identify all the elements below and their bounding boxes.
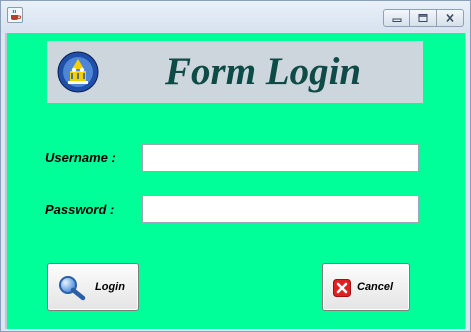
maximize-button[interactable] <box>410 9 437 27</box>
cancel-button[interactable]: Cancel <box>322 263 410 311</box>
form-panel: Form Login Username : Password : Login C… <box>5 33 466 329</box>
cancel-button-label: Cancel <box>357 281 394 293</box>
login-button[interactable]: Login <box>47 263 139 311</box>
magnifier-icon <box>59 276 86 301</box>
username-field[interactable] <box>142 144 419 172</box>
red-x-icon <box>333 279 351 297</box>
title-bar[interactable] <box>1 1 470 33</box>
tut-wuri-handayani-emblem <box>57 51 99 93</box>
login-button-label: Login <box>95 281 125 293</box>
close-button[interactable] <box>437 9 464 27</box>
maximize-icon <box>418 14 428 22</box>
password-field[interactable] <box>142 195 419 223</box>
close-icon <box>446 13 454 23</box>
java-cup-icon[interactable] <box>7 7 23 23</box>
page-title: Form Login <box>165 50 362 93</box>
login-window: Form Login Username : Password : Login C… <box>0 0 471 332</box>
username-label: Username : <box>45 150 116 165</box>
minimize-button[interactable] <box>383 9 410 27</box>
password-label: Password : <box>45 202 115 217</box>
minimize-icon <box>392 18 402 22</box>
header-banner: Form Login <box>47 41 423 103</box>
window-controls <box>383 9 464 27</box>
